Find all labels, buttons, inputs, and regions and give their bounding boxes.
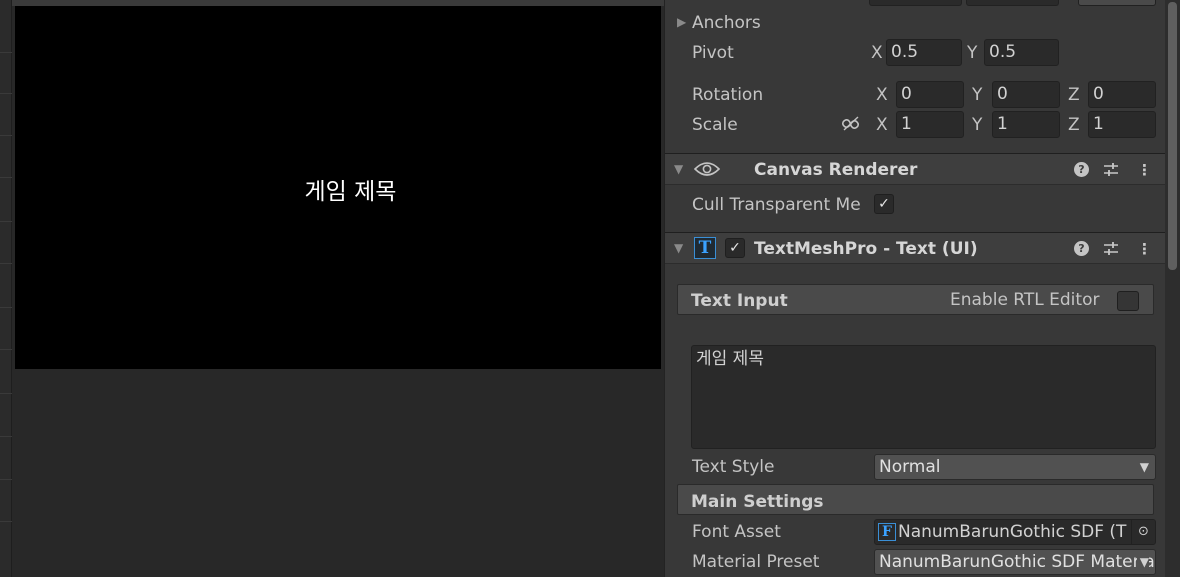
- rotation-x-field[interactable]: 0: [896, 81, 964, 108]
- textmeshpro-foldout-arrow[interactable]: ▼: [674, 241, 683, 255]
- pivot-label: Pivot: [692, 43, 734, 63]
- main-settings-section-title: Main Settings: [691, 492, 824, 512]
- strip-tick: [0, 177, 12, 178]
- scale-y-field[interactable]: 1: [992, 111, 1060, 138]
- font-asset-icon: F: [878, 523, 896, 541]
- game-title-text: 게임 제목: [304, 179, 397, 205]
- text-input-section-title: Text Input: [691, 291, 788, 311]
- text-style-value: Normal: [879, 457, 941, 477]
- pivot-x-field[interactable]: 0.5: [886, 39, 962, 66]
- font-asset-field[interactable]: F NanumBarunGothic SDF (T ⊙: [874, 519, 1156, 545]
- canvas-renderer-foldout-arrow[interactable]: ▼: [674, 162, 683, 176]
- textmeshpro-header[interactable]: ▼ T ✓ TextMeshPro - Text (UI) ? ⋮: [665, 232, 1165, 264]
- rotation-z-field[interactable]: 0: [1088, 81, 1156, 108]
- scale-z-axis-label[interactable]: Z: [1068, 114, 1080, 136]
- canvas-renderer-title[interactable]: Canvas Renderer: [754, 159, 917, 181]
- chevron-down-icon: ▼: [1139, 460, 1149, 474]
- rotation-x-axis-label[interactable]: X: [876, 84, 888, 106]
- rotation-y-field[interactable]: 0: [992, 81, 1060, 108]
- sliders-icon[interactable]: [1103, 162, 1119, 178]
- sliders-icon[interactable]: [1103, 241, 1119, 257]
- textmeshpro-icon: T: [694, 237, 716, 259]
- help-icon[interactable]: ?: [1074, 241, 1089, 256]
- scale-x-field[interactable]: 1: [896, 111, 964, 138]
- left-panel-strip: [0, 0, 12, 577]
- strip-tick: [0, 349, 12, 350]
- textmeshpro-title[interactable]: TextMeshPro - Text (UI): [754, 238, 978, 260]
- anchors-foldout-arrow[interactable]: ▶: [677, 15, 686, 29]
- unlinked-chain-icon[interactable]: [841, 116, 861, 132]
- cull-transparent-label: Cull Transparent Me: [692, 195, 861, 215]
- position-field-partial[interactable]: [966, 0, 1059, 6]
- blueprint-button-partial[interactable]: [1078, 0, 1156, 6]
- enable-rtl-label: Enable RTL Editor: [950, 290, 1100, 310]
- anchors-label[interactable]: Anchors: [692, 12, 761, 34]
- text-style-dropdown[interactable]: Normal ▼: [874, 454, 1156, 480]
- strip-tick: [0, 263, 12, 264]
- strip-tick: [0, 52, 12, 53]
- canvas-renderer-header[interactable]: ▼ Canvas Renderer ? ⋮: [665, 153, 1165, 185]
- text-input-area[interactable]: 게임 제목: [691, 345, 1156, 449]
- font-asset-value: NanumBarunGothic SDF (T: [898, 522, 1127, 542]
- textmeshpro-enabled-checkbox[interactable]: ✓: [725, 238, 745, 258]
- strip-tick: [0, 436, 12, 437]
- eye-icon[interactable]: [693, 160, 721, 178]
- cull-transparent-checkbox[interactable]: ✓: [874, 194, 894, 214]
- game-title-text-wrap: 게임 제목: [46, 178, 663, 206]
- material-preset-dropdown[interactable]: NanumBarunGothic SDF Materia ▼: [874, 549, 1156, 575]
- strip-tick: [0, 521, 12, 522]
- material-preset-label: Material Preset: [692, 552, 820, 572]
- inspector-scrollbar-thumb[interactable]: [1168, 2, 1177, 270]
- strip-tick: [0, 393, 12, 394]
- strip-tick: [0, 93, 12, 94]
- position-field-partial[interactable]: [869, 0, 962, 6]
- kebab-menu-icon[interactable]: ⋮: [1137, 161, 1152, 179]
- strip-tick: [0, 307, 12, 308]
- rotation-label: Rotation: [692, 85, 764, 105]
- material-preset-value: NanumBarunGothic SDF Materia: [879, 552, 1155, 572]
- help-icon[interactable]: ?: [1074, 162, 1089, 177]
- strip-tick: [0, 221, 12, 222]
- scale-x-axis-label[interactable]: X: [876, 114, 888, 136]
- pivot-y-field[interactable]: 0.5: [984, 39, 1059, 66]
- game-view-canvas[interactable]: 게임 제목: [15, 6, 661, 369]
- object-picker-icon[interactable]: ⊙: [1131, 520, 1155, 544]
- rotation-y-axis-label[interactable]: Y: [972, 84, 982, 106]
- rotation-z-axis-label[interactable]: Z: [1068, 84, 1080, 106]
- unity-editor: 게임 제목 ▶ Anchors Pivot X 0.5 Y 0.5 Rotati…: [0, 0, 1180, 577]
- strip-tick: [0, 135, 12, 136]
- enable-rtl-checkbox[interactable]: [1117, 291, 1139, 311]
- scale-z-field[interactable]: 1: [1088, 111, 1156, 138]
- strip-tick: [0, 479, 12, 480]
- chevron-down-icon: ▼: [1136, 550, 1149, 574]
- main-settings-section[interactable]: Main Settings: [677, 484, 1154, 515]
- text-style-label: Text Style: [692, 457, 775, 477]
- pivot-x-axis-label[interactable]: X: [871, 42, 883, 64]
- text-input-section[interactable]: Text Input Enable RTL Editor: [677, 284, 1154, 315]
- kebab-menu-icon[interactable]: ⋮: [1137, 240, 1152, 258]
- scale-label: Scale: [692, 115, 738, 135]
- font-asset-label: Font Asset: [692, 522, 781, 542]
- pivot-y-axis-label[interactable]: Y: [967, 42, 977, 64]
- scale-y-axis-label[interactable]: Y: [972, 114, 982, 136]
